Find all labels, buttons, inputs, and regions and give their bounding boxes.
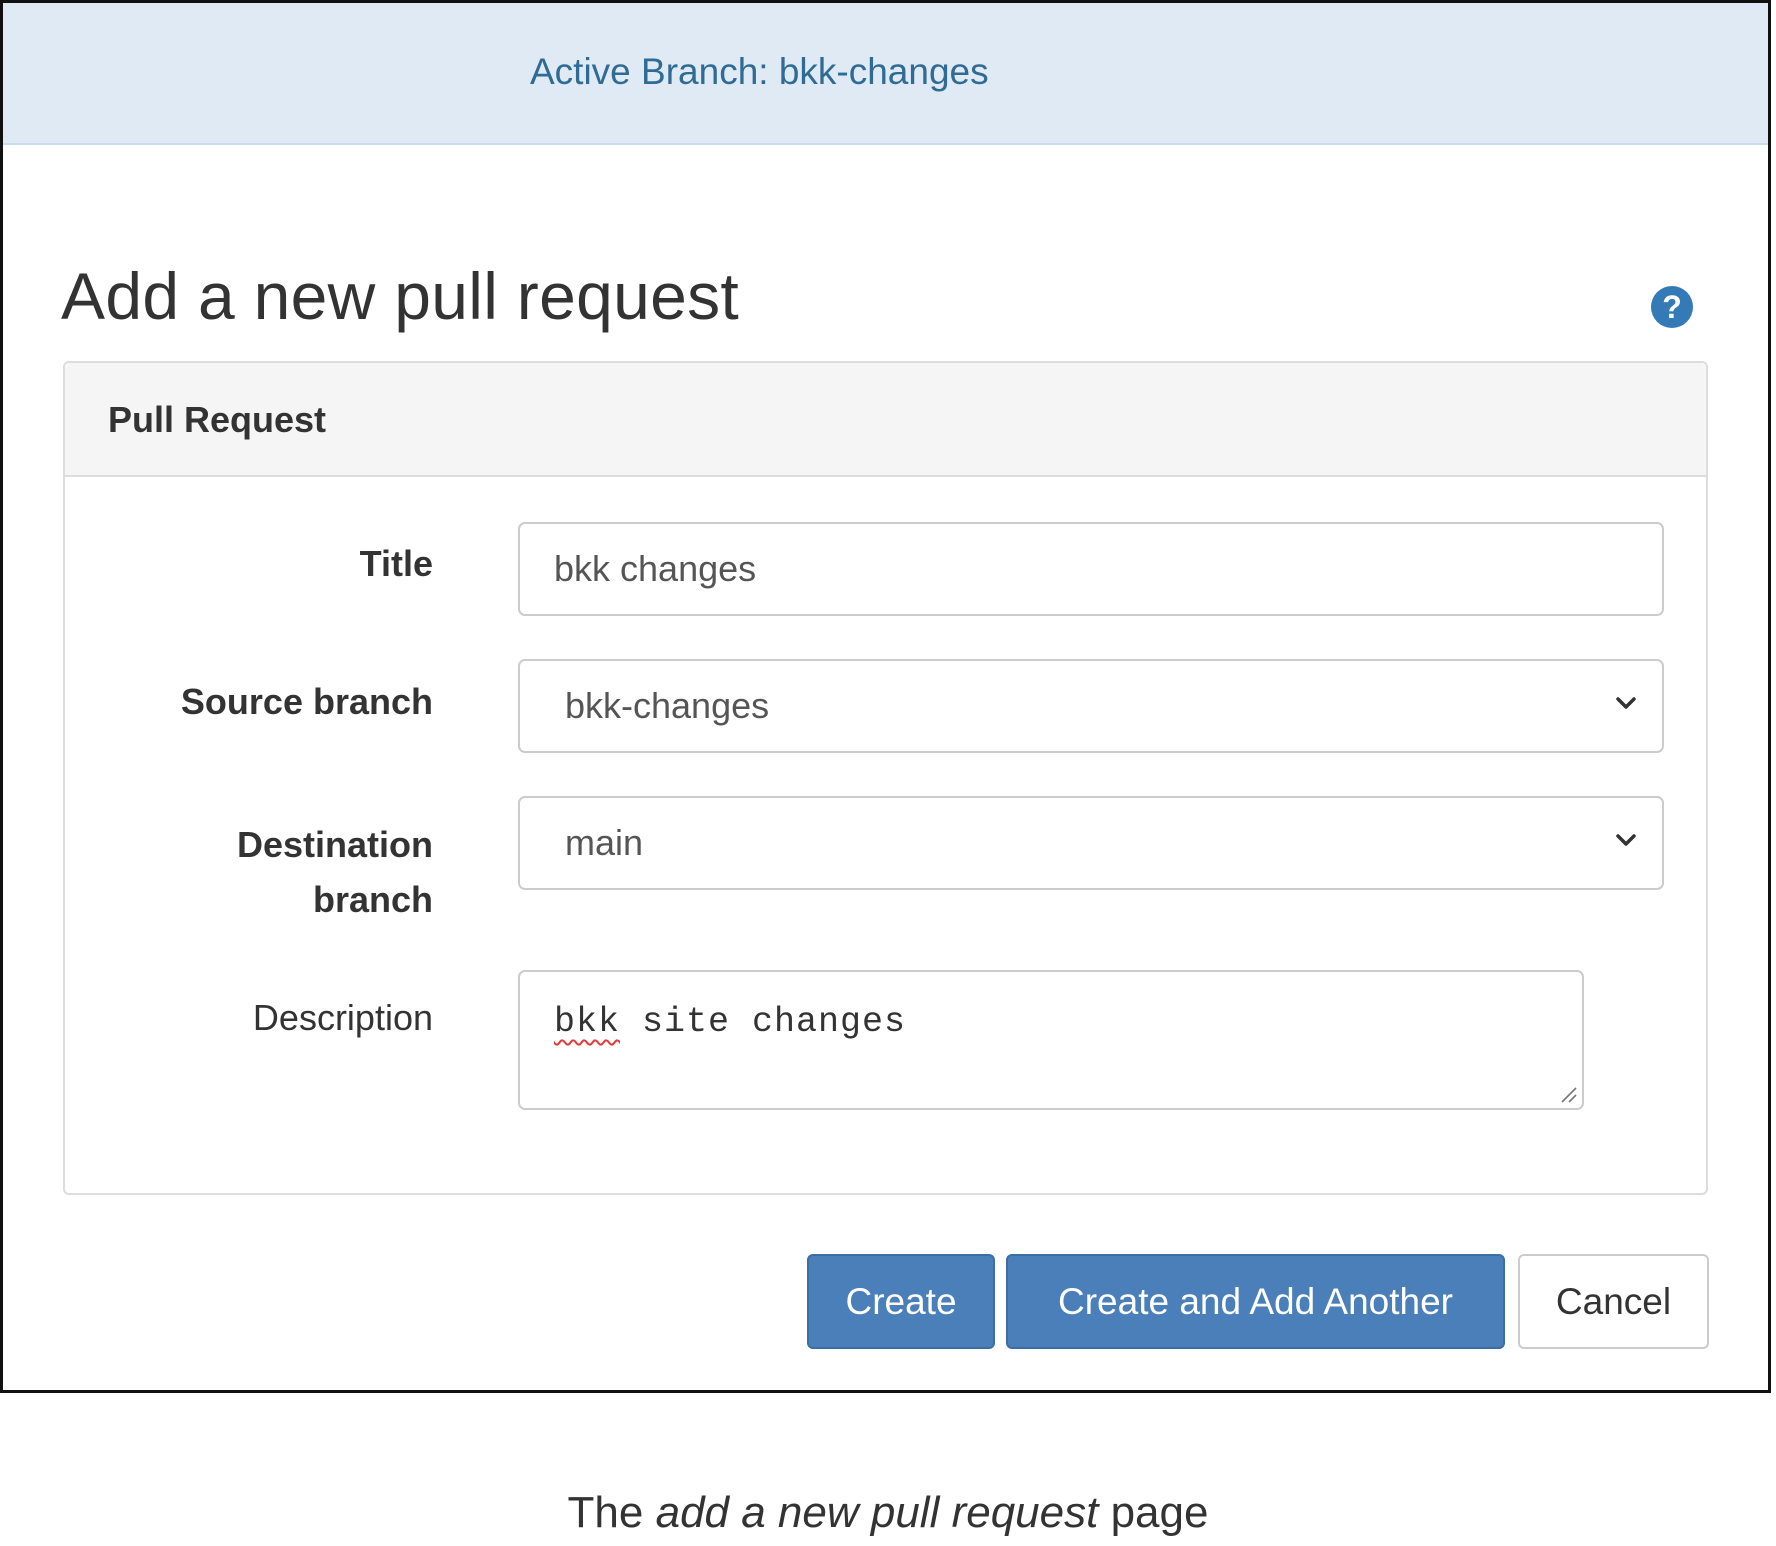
- create-button[interactable]: Create: [807, 1254, 995, 1349]
- chevron-down-icon: [1616, 834, 1636, 846]
- description-label: Description: [252, 997, 433, 1038]
- figure-caption: The add a new pull request page: [0, 1488, 1776, 1538]
- cancel-button[interactable]: Cancel: [1518, 1254, 1709, 1349]
- title-input[interactable]: bkk changes: [518, 522, 1664, 616]
- destination-branch-selected: main: [565, 822, 644, 863]
- page-title: Add a new pull request: [61, 259, 740, 333]
- question-circle-icon[interactable]: ?: [1651, 286, 1693, 328]
- create-and-add-another-button[interactable]: Create and Add Another: [1006, 1254, 1505, 1349]
- destination-branch-select[interactable]: main: [518, 796, 1664, 890]
- description-textarea[interactable]: bkk site changes: [518, 970, 1584, 1110]
- source-branch-label: Source branch: [180, 681, 433, 722]
- chevron-down-icon: [1616, 697, 1636, 709]
- caption-prefix: The: [567, 1488, 656, 1537]
- destination-branch-label-line2: branch: [312, 879, 433, 920]
- active-branch-text: Active Branch: bkk-changes: [530, 51, 989, 92]
- destination-branch-label-line1: Destination: [236, 824, 433, 865]
- title-input-value: bkk changes: [554, 548, 757, 589]
- active-branch-banner: Active Branch: bkk-changes: [3, 3, 1768, 145]
- source-branch-select[interactable]: bkk-changes: [518, 659, 1664, 753]
- panel-heading: Pull Request: [65, 363, 1706, 477]
- resize-grip-icon[interactable]: [1558, 1084, 1578, 1104]
- caption-emphasis: add a new pull request: [655, 1488, 1099, 1537]
- description-value: bkk site changes: [554, 1002, 906, 1042]
- panel-heading-title: Pull Request: [108, 399, 327, 440]
- title-label: Title: [359, 543, 433, 584]
- caption-suffix: page: [1098, 1488, 1209, 1537]
- screenshot-frame: Active Branch: bkk-changes Add a new pul…: [0, 0, 1771, 1393]
- source-branch-selected: bkk-changes: [565, 685, 770, 726]
- misspelled-word: bkk: [554, 1002, 621, 1042]
- description-rest: site changes: [620, 1002, 907, 1042]
- destination-branch-label: Destination branch: [33, 817, 433, 927]
